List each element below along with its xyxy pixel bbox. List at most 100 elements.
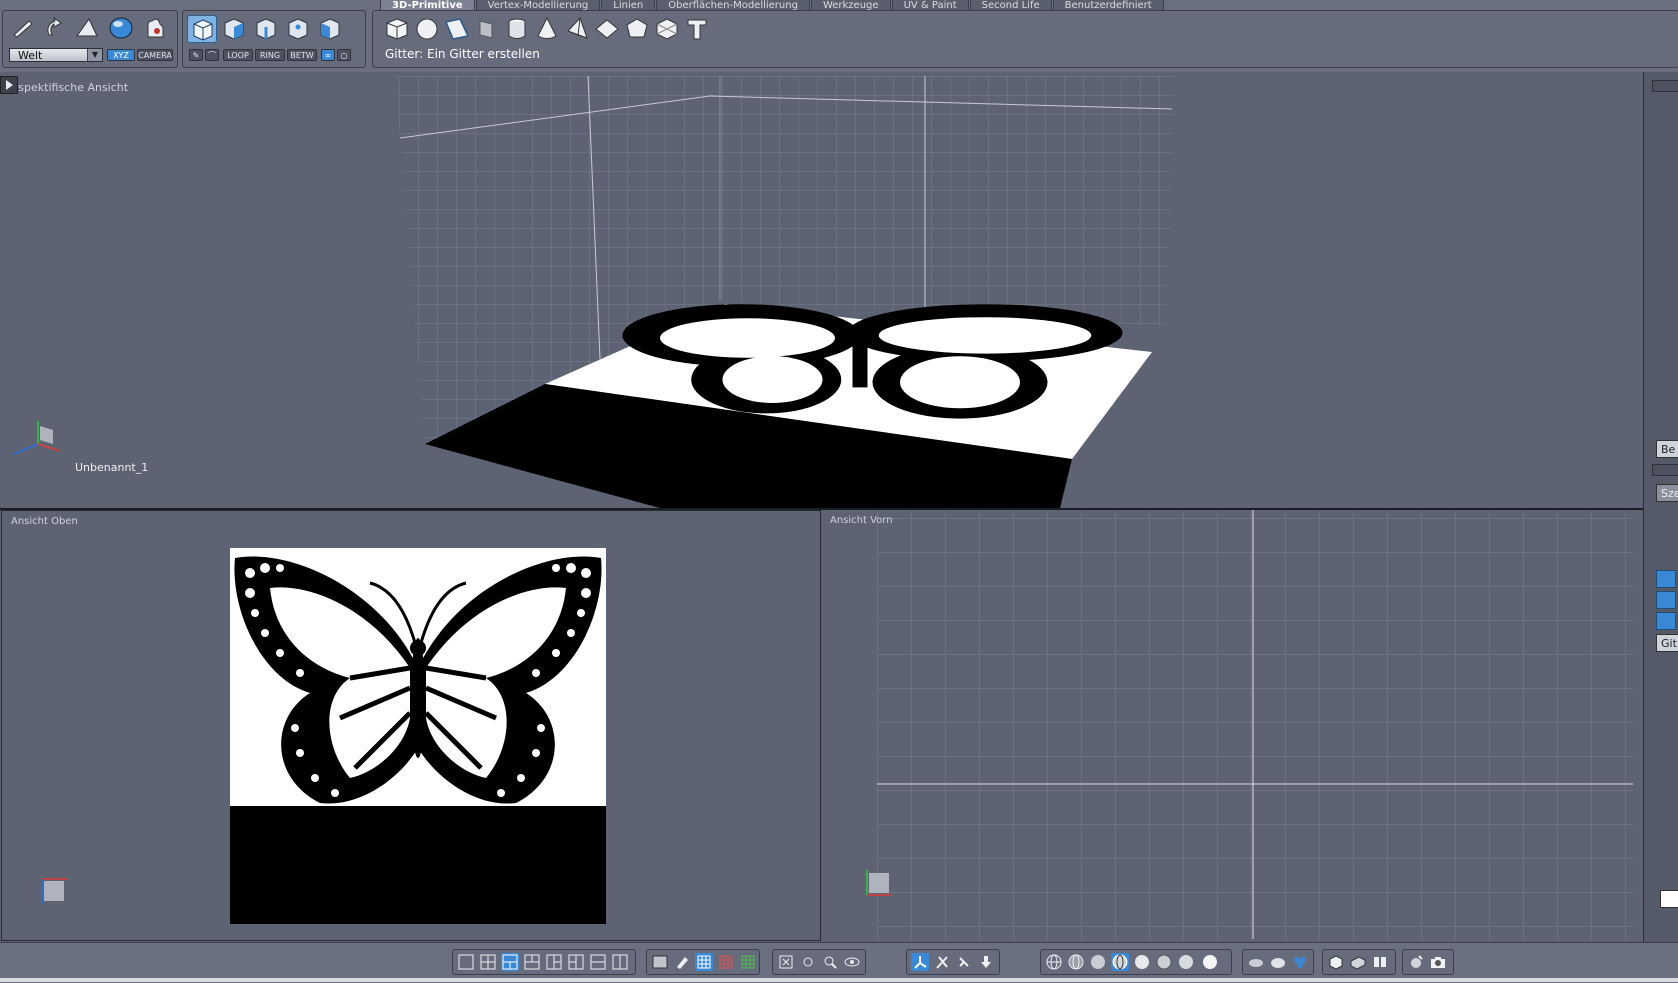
cylinder-icon[interactable] [503,16,531,42]
zoom-fit-icon[interactable] [777,953,795,971]
color-swatch[interactable] [1660,890,1678,908]
viewport-menu-toggle[interactable] [0,76,18,94]
right-side-panel: Be Sze Git [1643,72,1678,942]
transform-panel: Welt ▼ XYZ CAMERA [2,10,178,68]
coordinate-system-value: Welt [18,49,43,62]
plane-icon[interactable] [443,16,471,42]
object-display-group [1322,949,1396,975]
smooth-sphere-icon[interactable] [1133,953,1151,971]
right-panel-button-sze[interactable]: Sze [1656,484,1678,502]
grid-blue-icon[interactable] [695,953,713,971]
render-settings-icon[interactable] [1407,953,1425,971]
perspective-viewport[interactable]: erspektifische Ansicht Unbenannt_1 [0,76,1641,508]
camera-button[interactable]: CAMERA [137,49,173,61]
layout-right-split-icon[interactable] [567,953,585,971]
light-cluster-icon[interactable] [1291,953,1309,971]
grid-option-icon-2[interactable] [1656,591,1676,609]
selection-panel: ✎ ⌒ LOOP RING BETW ∞ ○ [182,10,366,68]
edge-mode-icon[interactable] [251,15,281,43]
material-mode-icon[interactable] [315,15,345,43]
text-icon[interactable] [683,16,711,42]
viewport-label-perspective: erspektifische Ansicht [7,81,129,94]
snap-joint-icon[interactable] [955,953,973,971]
ring-button[interactable]: RING [255,49,285,61]
bottom-toolbar [0,942,1678,983]
grid-display-icon[interactable] [651,953,669,971]
double-box-icon[interactable] [1349,953,1367,971]
coordinate-system-dropdown[interactable]: Welt ▼ [9,48,103,62]
zoom-icon[interactable] [821,953,839,971]
texture-sphere-icon[interactable] [1155,953,1173,971]
triangle-right-icon [6,80,13,90]
paint-display-icon[interactable] [673,953,691,971]
dodecahedron-icon[interactable] [623,16,651,42]
grow-select-icon[interactable]: ∞ [321,49,335,61]
object-mode-icon[interactable] [187,15,217,43]
snap-tool-icon[interactable] [933,953,951,971]
navigation-group [772,949,866,975]
eye-icon[interactable] [843,953,861,971]
snap-group [906,949,1000,975]
pyramid-icon[interactable] [563,16,591,42]
wireframe-sphere-icon[interactable] [1045,953,1063,971]
wire-shaded-sphere-icon[interactable] [1067,953,1085,971]
render-sphere-icon[interactable] [1201,953,1219,971]
status-bar-strip [0,978,1678,982]
grid-option-icon-1[interactable] [1656,570,1676,588]
lasso-select-icon[interactable]: ⌒ [205,49,219,61]
top-viewport[interactable]: Ansicht Oben [1,510,821,941]
viewport-label-front: Ansicht Vorn [830,515,893,526]
loop-button[interactable]: LOOP [223,49,253,61]
grid-icon[interactable] [473,16,501,42]
right-panel-button-git[interactable]: Git [1656,634,1678,652]
material-sphere-icon[interactable] [1177,953,1195,971]
grid-green-icon[interactable] [739,953,757,971]
layout-group [452,949,636,975]
pen-select-icon[interactable]: ✎ [189,49,203,61]
right-panel-button-be[interactable]: Be [1656,440,1678,458]
shading-group [1040,949,1232,975]
snap-drop-icon[interactable] [977,953,995,971]
top-toolbar: 3D-Primitive Vertex-Modellierung Linien … [0,0,1678,72]
cube-icon[interactable] [383,16,411,42]
viewport-label-top: Ansicht Oben [11,516,78,527]
shrink-select-icon[interactable]: ○ [337,49,351,61]
axis-gizmo-front [866,870,891,896]
layout-left-split-icon[interactable] [545,953,563,971]
panel-grip-2[interactable] [1652,464,1678,476]
scale-tool-icon[interactable] [73,15,101,41]
snap-axis-icon[interactable] [911,953,929,971]
sphere-icon[interactable] [413,16,441,42]
disc-icon[interactable] [593,16,621,42]
face-mode-icon[interactable] [219,15,249,43]
layout-three-split-icon[interactable] [501,953,519,971]
layout-horizontal-icon[interactable] [589,953,607,971]
light-bowl-icon[interactable] [1269,953,1287,971]
panel-icon[interactable] [1371,953,1389,971]
smooth-wire-sphere-icon[interactable] [1111,953,1129,971]
camera-render-icon[interactable] [1429,953,1447,971]
layout-vertical-icon[interactable] [611,953,629,971]
grid-red-icon[interactable] [717,953,735,971]
sphere-select-icon[interactable] [107,15,135,41]
cone-icon[interactable] [533,16,561,42]
grid-option-icon-3[interactable] [1656,612,1676,630]
box-icon[interactable] [1327,953,1345,971]
layout-single-icon[interactable] [457,953,475,971]
betw-button[interactable]: BETW [287,49,317,61]
render-group [1402,949,1454,975]
pan-icon[interactable] [799,953,817,971]
front-viewport[interactable]: Ansicht Vorn [821,510,1641,939]
front-grid [877,510,1633,939]
light-disc-icon[interactable] [1247,953,1265,971]
hand-tool-icon[interactable] [141,15,169,41]
layout-top-split-icon[interactable] [523,953,541,971]
flat-sphere-icon[interactable] [1089,953,1107,971]
panel-grip[interactable] [1652,80,1678,92]
rotate-tool-icon[interactable] [41,15,69,41]
layout-quad-icon[interactable] [479,953,497,971]
icosahedron-icon[interactable] [653,16,681,42]
vertex-mode-icon[interactable] [283,15,313,43]
xyz-button[interactable]: XYZ [107,49,135,61]
move-tool-icon[interactable] [9,15,37,41]
